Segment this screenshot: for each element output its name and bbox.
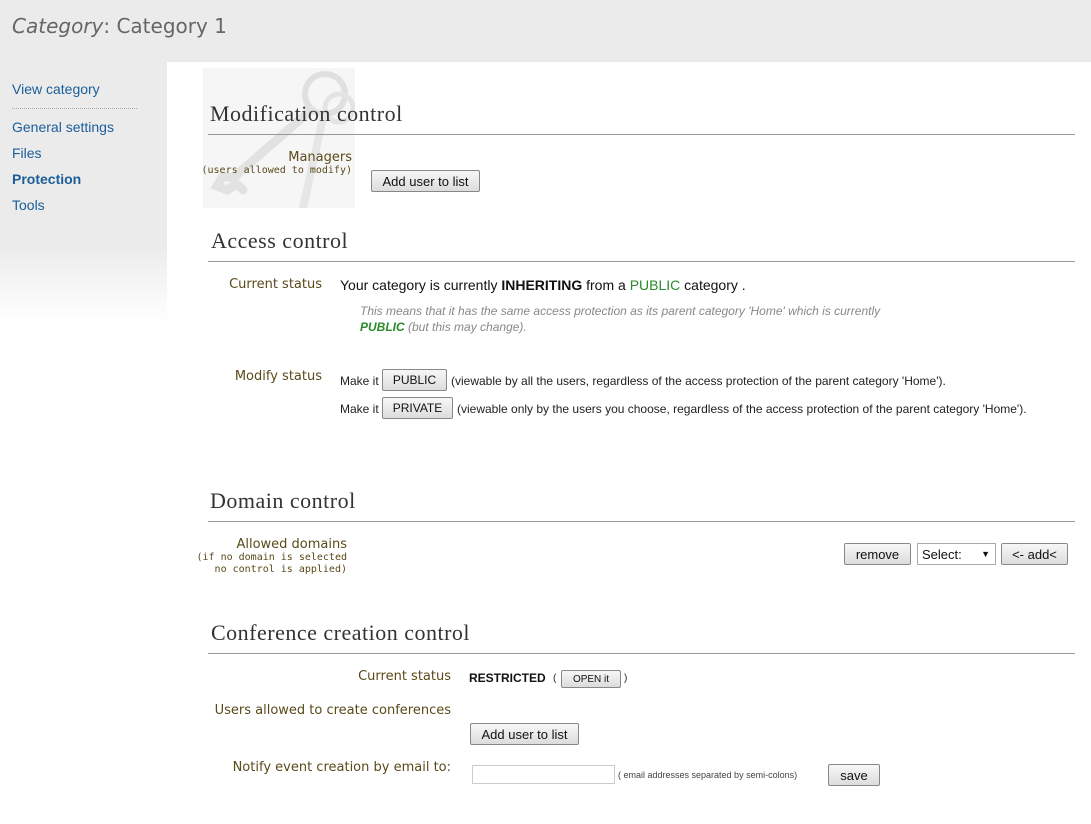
private-description: (viewable only by the users you choose, … — [457, 402, 1027, 416]
sidebar-item-general-settings[interactable]: General settings — [12, 119, 114, 135]
header-bar: Category: Category 1 — [0, 0, 1091, 62]
modification-control-title: Modification control — [210, 101, 403, 126]
page-title: Category: Category 1 — [12, 14, 227, 38]
make-private-button[interactable]: PRIVATE — [382, 397, 453, 419]
email-hint: ( email addresses separated by semi-colo… — [618, 770, 798, 780]
access-status-text: Your category is currently INHERITING fr… — [340, 277, 746, 293]
page-title-name: : Category 1 — [103, 14, 227, 38]
conference-status-value: RESTRICTED — [469, 671, 546, 685]
domain-control-title: Domain control — [210, 488, 356, 513]
remove-domain-button[interactable]: remove — [844, 543, 911, 565]
make-it-public-prefix: Make it — [340, 374, 379, 388]
add-domain-button[interactable]: <- add< — [1001, 543, 1068, 565]
conference-creation-title: Conference creation control — [211, 620, 471, 645]
modification-divider — [208, 134, 1075, 135]
modify-status-label: Modify status — [234, 369, 322, 384]
page-title-prefix: Category — [12, 14, 104, 38]
make-public-button[interactable]: PUBLIC — [382, 369, 447, 391]
sidebar-item-view-category[interactable]: View category — [12, 81, 100, 97]
conference-divider — [208, 653, 1075, 654]
sidebar: View category General settings Files Pro… — [0, 62, 167, 322]
sidebar-item-tools[interactable]: Tools — [12, 197, 45, 213]
paren-open: ( — [553, 673, 557, 684]
allowed-domains-label: Allowed domains — [236, 537, 347, 552]
access-inheritance-note-2: PUBLIC (but this may change). — [360, 320, 527, 334]
keys-icon — [203, 68, 355, 208]
allowed-domains-sublabel-1: (if no domain is selected — [196, 552, 347, 563]
make-it-private-prefix: Make it — [340, 402, 379, 416]
managers-sublabel: (users allowed to modify) — [201, 165, 352, 176]
managers-label: Managers — [288, 150, 352, 165]
access-divider — [208, 261, 1075, 262]
add-conference-creator-button[interactable]: Add user to list — [470, 723, 579, 745]
add-manager-button[interactable]: Add user to list — [371, 170, 480, 192]
sidebar-item-files[interactable]: Files — [12, 145, 42, 161]
allowed-domains-sublabel-2: no control is applied) — [214, 564, 347, 575]
sidebar-divider — [12, 108, 137, 109]
conference-current-status-label: Current status — [358, 669, 451, 684]
domain-divider — [208, 521, 1075, 522]
access-control-title: Access control — [211, 228, 349, 253]
notify-email-input[interactable] — [472, 765, 615, 784]
domain-select[interactable]: Select: ▼ — [917, 543, 996, 565]
save-email-button[interactable]: save — [828, 764, 880, 786]
sidebar-item-protection[interactable]: Protection — [12, 171, 81, 187]
paren-close: ) — [624, 673, 628, 684]
notify-email-label: Notify event creation by email to: — [232, 760, 451, 775]
open-it-button[interactable]: OPEN it — [561, 670, 621, 688]
chevron-down-icon: ▼ — [981, 549, 990, 559]
access-current-status-label: Current status — [229, 277, 322, 292]
access-inheritance-note: This means that it has the same access p… — [360, 304, 881, 318]
public-description: (viewable by all the users, regardless o… — [451, 374, 946, 388]
users-allowed-label: Users allowed to create conferences — [214, 703, 451, 718]
